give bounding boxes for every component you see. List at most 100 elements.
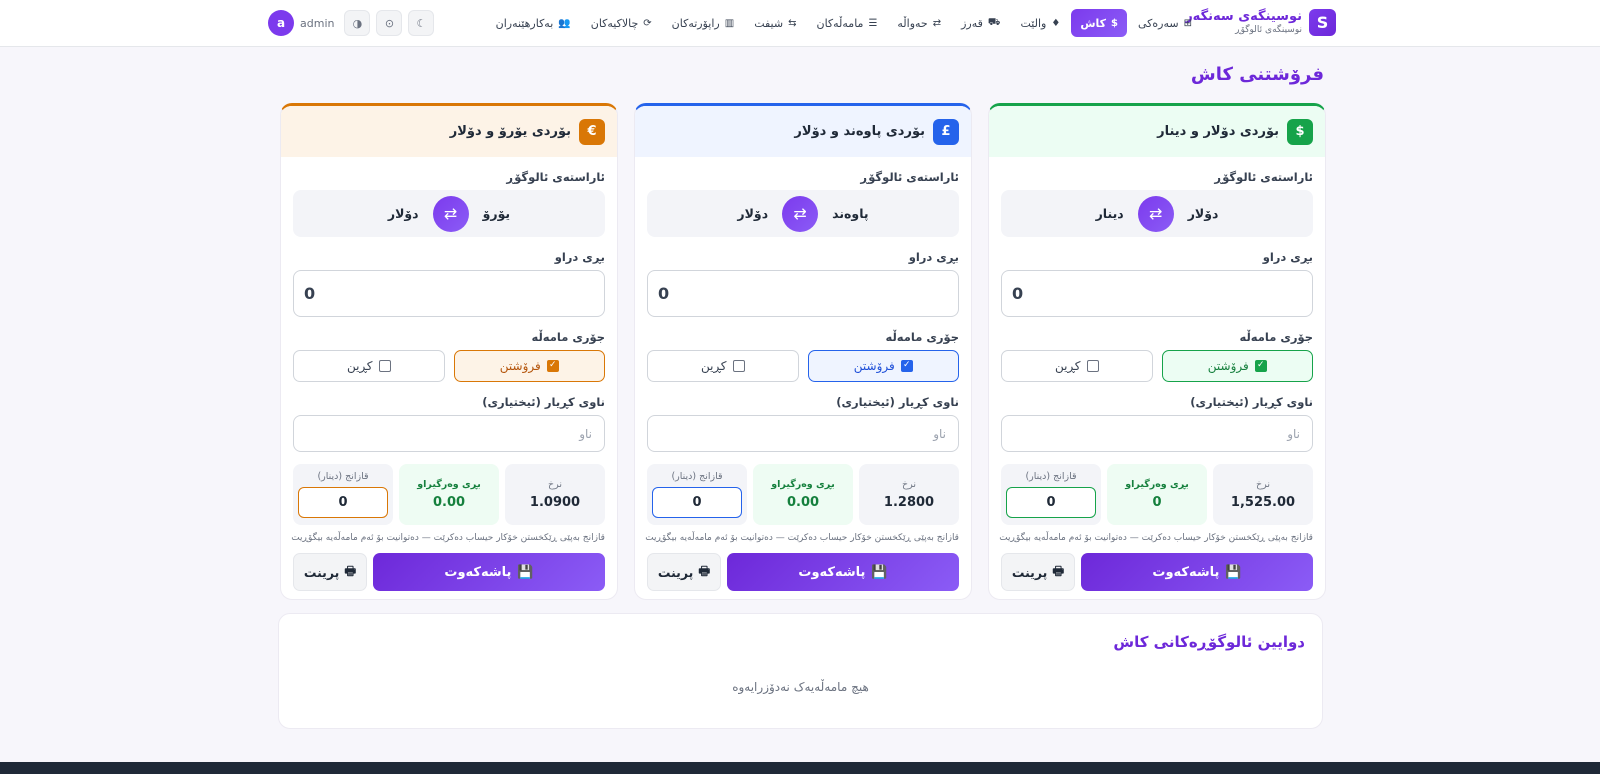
- nav-item[interactable]: ☰ مامەڵەکان: [807, 9, 886, 37]
- currency-icon: £: [933, 118, 959, 145]
- profit-input[interactable]: 0: [1006, 487, 1096, 518]
- sell-label: فرۆشتن: [1207, 359, 1249, 373]
- print-label: پرینت: [657, 564, 694, 580]
- type-label: جۆری مامەڵە: [531, 330, 606, 344]
- buy-label: کڕین: [1055, 359, 1081, 373]
- print-button[interactable]: 🖶 پرینت: [647, 553, 721, 591]
- swap-icon[interactable]: ⇄: [432, 195, 469, 232]
- save-label: پاشەکەوت: [798, 564, 866, 580]
- received-value: 0.00: [786, 495, 820, 510]
- page-title: فرۆشتنی کاش: [1190, 64, 1324, 85]
- buy-option[interactable]: کڕین: [1001, 350, 1153, 382]
- nav-icon: ♦: [1051, 17, 1061, 29]
- nav-item[interactable]: ⊞ سەرەکی: [1129, 9, 1201, 37]
- nav-item[interactable]: ▥ راپۆرتەکان: [663, 9, 744, 37]
- nav-item[interactable]: ⛟ قەرز: [952, 9, 1009, 37]
- nav-label: شیفت: [754, 16, 784, 30]
- profit-note: قازانج بەپێی ڕێکخستن خۆکار حیساب دەکرێت …: [999, 533, 1313, 543]
- save-button[interactable]: 💾 پاشەکەوت: [1081, 553, 1313, 591]
- nav-icon: 👥: [558, 17, 571, 29]
- rate-value: 1.0900: [529, 495, 581, 510]
- nav-icon: ▥: [724, 17, 735, 29]
- recent-title: دوایین ئالوگۆڕەکانی کاش: [1113, 633, 1305, 651]
- checkbox-checked-icon[interactable]: ✓: [546, 360, 559, 372]
- save-icon: 💾: [871, 564, 888, 580]
- received-value: 0.00: [432, 495, 466, 510]
- profit-note: قازانج بەپێی ڕێکخستن خۆکار حیساب دەکرێت …: [291, 533, 605, 543]
- brand-title: نوسینگەی سەنگەر: [1185, 9, 1302, 24]
- nav-item[interactable]: ♦ والێت: [1012, 9, 1070, 37]
- sell-option[interactable]: ✓ فرۆشتن: [807, 350, 959, 382]
- profit-label: قازانج (دینار): [317, 471, 369, 482]
- profit-input[interactable]: 0: [298, 487, 388, 518]
- nav-tools: a admin ◑ ⊙ ☾: [268, 10, 435, 36]
- save-button[interactable]: 💾 پاشەکەوت: [373, 553, 605, 591]
- buy-label: کڕین: [701, 359, 727, 373]
- received-value: 0: [1152, 495, 1162, 510]
- checkbox-checked-icon[interactable]: ✓: [1254, 360, 1267, 372]
- nav-menu: ⊞ سەرەکی $ کاش ♦ والێت ⛟ قەرز ⇄ حەواڵە ☰ مامەڵەکان ⇆…: [487, 9, 1201, 37]
- amount-label: بڕی دراو: [554, 250, 605, 264]
- nav-label: والێت: [1020, 16, 1047, 30]
- card-header: € بۆردی یۆرۆ و دۆلار: [281, 106, 617, 157]
- nav-item[interactable]: $ کاش: [1071, 9, 1127, 37]
- brand-subtitle: نوسینگەی ئالوگۆڕ: [1235, 25, 1302, 35]
- brand-logo: S: [1309, 9, 1336, 36]
- print-button[interactable]: 🖶 پرینت: [293, 553, 367, 591]
- nav-item[interactable]: ⇄ حەواڵە: [888, 9, 950, 37]
- swap-icon[interactable]: ⇄: [1137, 195, 1174, 232]
- card-header: £ بۆردی پاوەند و دۆلار: [635, 106, 971, 157]
- customer-name-input[interactable]: ناو: [293, 415, 605, 452]
- to-currency: دینار: [1095, 206, 1124, 221]
- nav-icon: ⟳: [643, 17, 652, 29]
- brand[interactable]: S نوسینگەی سەنگەر نوسینگەی ئالوگۆڕ: [1185, 9, 1336, 36]
- top-navbar: S نوسینگەی سەنگەر نوسینگەی ئالوگۆڕ ⊞ سەرە…: [0, 0, 1600, 47]
- checkbox-checked-icon[interactable]: ✓: [900, 360, 913, 372]
- settings-icon[interactable]: ⊙: [376, 10, 403, 36]
- profit-stat: قازانج (دینار) 0: [647, 464, 747, 525]
- buy-label: کڕین: [347, 359, 373, 373]
- checkbox-icon[interactable]: [1086, 360, 1099, 372]
- amount-input[interactable]: 0: [1001, 270, 1313, 317]
- direction-label: ئاراستەی ئالوگۆڕ: [860, 170, 959, 184]
- avatar[interactable]: a: [268, 10, 294, 36]
- buy-option[interactable]: کڕین: [293, 350, 445, 382]
- direction-label: ئاراستەی ئالوگۆڕ: [1214, 170, 1313, 184]
- customer-name-input[interactable]: ناو: [1001, 415, 1313, 452]
- rate-stat: نرخ 1,525.00: [1213, 464, 1313, 525]
- checkbox-icon[interactable]: [378, 360, 391, 372]
- profit-note: قازانج بەپێی ڕێکخستن خۆکار حیساب دەکرێت …: [645, 533, 959, 543]
- nav-icon: $: [1111, 17, 1118, 29]
- buy-option[interactable]: کڕین: [647, 350, 799, 382]
- profit-stat: قازانج (دینار) 0: [1001, 464, 1101, 525]
- sell-option[interactable]: ✓ فرۆشتن: [453, 350, 605, 382]
- amount-label: بڕی دراو: [908, 250, 959, 264]
- save-label: پاشەکەوت: [444, 564, 512, 580]
- moon-icon[interactable]: ☾: [408, 10, 435, 36]
- type-label: جۆری مامەڵە: [885, 330, 960, 344]
- nav-label: قەرز: [961, 16, 983, 30]
- customer-name-label: ناوی کڕیار (ئیختیاری): [1190, 395, 1313, 409]
- direction-box: یۆرۆ ⇄ دۆلار: [293, 190, 605, 237]
- profit-input[interactable]: 0: [652, 487, 742, 518]
- nav-icon: ⇄: [932, 17, 942, 29]
- nav-item[interactable]: ⟳ چالاکیەکان: [582, 9, 661, 37]
- sell-option[interactable]: ✓ فرۆشتن: [1161, 350, 1313, 382]
- received-stat: بڕی وەرگیراو 0.00: [399, 464, 499, 525]
- amount-input[interactable]: 0: [647, 270, 959, 317]
- card-header: $ بۆردی دۆلار و دینار: [989, 106, 1325, 157]
- contrast-icon[interactable]: ◑: [344, 10, 371, 36]
- nav-item[interactable]: 👥 بەکارهێنەران: [487, 9, 580, 37]
- currency-icon: €: [579, 118, 605, 145]
- currency-icon: $: [1287, 118, 1313, 145]
- customer-name-input[interactable]: ناو: [647, 415, 959, 452]
- save-button[interactable]: 💾 پاشەکەوت: [727, 553, 959, 591]
- amount-input[interactable]: 0: [293, 270, 605, 317]
- checkbox-icon[interactable]: [732, 360, 745, 372]
- to-currency: دۆلار: [737, 206, 769, 221]
- swap-icon[interactable]: ⇄: [782, 195, 819, 232]
- print-button[interactable]: 🖶 پرینت: [1001, 553, 1075, 591]
- type-label: جۆری مامەڵە: [1239, 330, 1314, 344]
- nav-item[interactable]: ⇆ شیفت: [745, 9, 805, 37]
- to-currency: دۆلار: [387, 206, 419, 221]
